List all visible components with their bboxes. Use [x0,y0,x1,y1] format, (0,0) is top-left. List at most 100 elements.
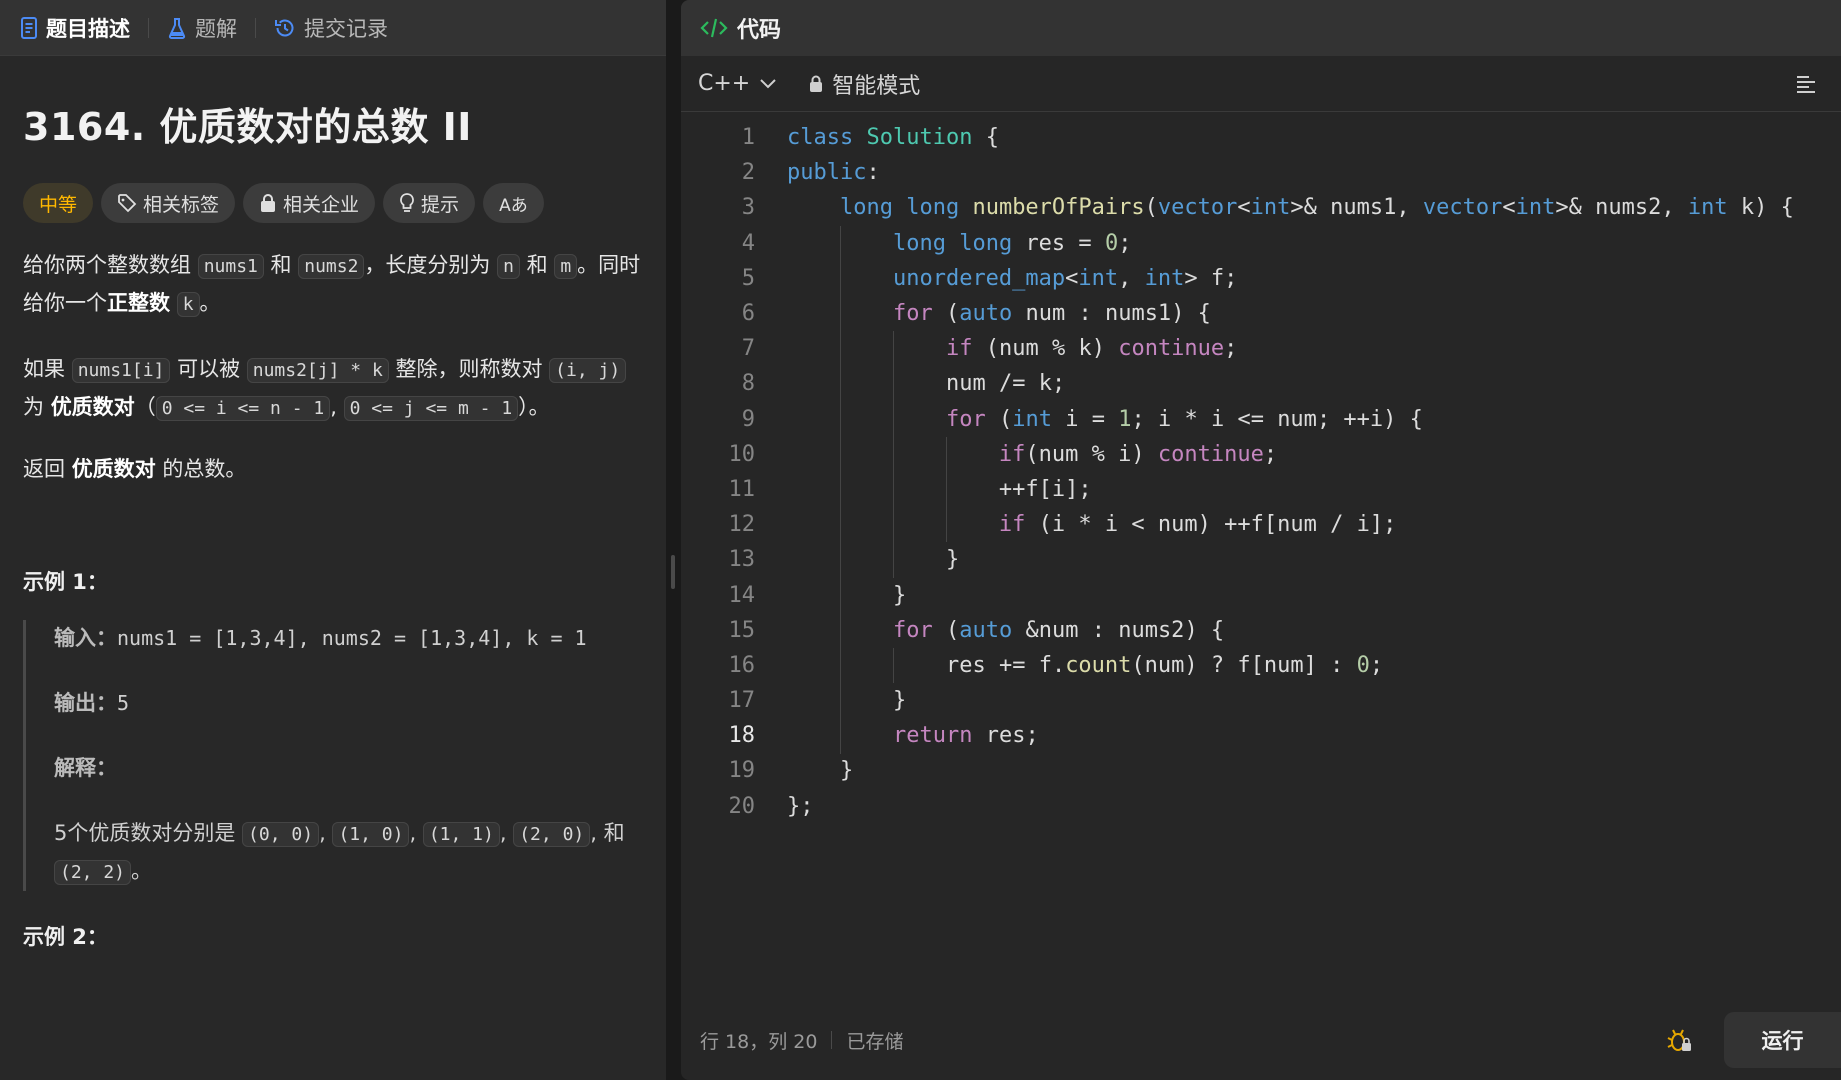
text: 和 [263,253,299,277]
text: 的总数。 [155,457,247,481]
code-line[interactable]: 12 if (i * i < num) ++f[num / i]; [681,507,1841,542]
line-number: 16 [728,652,756,678]
code-text: class Solution { [787,125,999,151]
text: （ [134,395,156,419]
problem-title[interactable]: 3164. 优质数对的总数 II [23,96,643,151]
indent-guide [840,225,841,754]
example-output: 输出：5 [54,685,643,722]
hint-label: 提示 [421,193,460,216]
panel-divider[interactable] [666,0,681,1080]
problem-paragraph-3: 返回 优质数对 的总数。 [23,451,643,488]
code-line[interactable]: 14 } [681,577,1841,612]
code-line[interactable]: 9 for (int i = 1; i * i <= num; ++i) { [681,402,1841,437]
code-line[interactable]: 5 unordered_map<int, int> f; [681,261,1841,296]
text: , [409,821,423,845]
code-line[interactable]: 7 if (num % k) continue; [681,331,1841,366]
difficulty-badge: 中等 [23,183,94,223]
problem-paragraph-1: 给你两个整数数组 nums1 和 nums2 ，长度分别为 n 和 m 。同时给你一… [23,247,643,323]
text: 。 [131,859,153,883]
output-value: 5 [117,691,130,715]
related-companies-button[interactable]: 相关企业 [243,183,376,223]
code-text: } [787,547,960,573]
text [170,291,177,315]
line-number: 15 [728,617,756,643]
difficulty-label: 中等 [39,193,78,216]
translate-button[interactable]: Aあ [483,183,544,223]
inline-code: k [176,292,200,317]
code-panel-header: 代码 [681,0,1841,56]
code-line[interactable]: 20}; [681,789,1841,824]
hint-button[interactable]: 提示 [383,183,476,223]
line-number: 20 [728,793,756,819]
code-text: if (i * i < num) ++f[num / i]; [998,512,1397,538]
problem-tags: 中等 相关标签 相关企业 提示 Aあ [23,183,643,223]
document-icon [21,16,37,39]
line-number: 2 [741,160,755,186]
text: , [330,395,344,419]
code-text: for (auto num : nums1) { [892,301,1211,327]
code-line[interactable]: 4 long long res = 0; [681,226,1841,261]
line-number: 6 [741,301,755,327]
code-text: for (int i = 1; i * i <= num; ++i) { [945,406,1423,432]
example-1-block: 输入：nums1 = [1,3,4], nums2 = [1,3,4], k =… [23,620,643,891]
line-number: 7 [741,336,755,362]
code-line[interactable]: 16 res += f.count(num) ? f[num] : 0; [681,648,1841,683]
code-text: unordered_map<int, int> f; [892,265,1238,291]
code-line[interactable]: 13 } [681,542,1841,577]
example-2-title: 示例 2： [23,925,108,949]
code-editor[interactable]: 1 class Solution {2 public: 3 long long num… [681,112,1841,824]
line-number: 19 [728,758,756,784]
example-input: 输入：nums1 = [1,3,4], nums2 = [1,3,4], k =… [54,620,643,657]
tab-submissions[interactable]: 提交记录 [274,13,406,43]
line-number: 9 [741,406,755,432]
line-number: 3 [741,195,755,221]
related-tags-button[interactable]: 相关标签 [101,183,236,223]
code-line[interactable]: 19 } [681,753,1841,788]
input-value: nums1 = [1,3,4], nums2 = [1,3,4], k = 1 [117,626,587,650]
indent-guide [893,331,894,578]
text: 如果 [23,357,72,381]
code-text: ++f[i]; [787,476,1092,502]
problem-paragraph-2: 如果 nums1[i] 可以被 nums2[j] * k 整除，则称数对 (i,… [23,351,643,427]
code-line[interactable]: 15 for (auto &num : nums2) { [681,613,1841,648]
code-line[interactable]: 8 num /= k; [681,366,1841,401]
debug-icon[interactable] [1667,1028,1693,1059]
tab-solutions[interactable]: 题解 [167,13,255,43]
run-button[interactable]: 运行 [1724,1012,1841,1068]
tab-separator [148,17,149,38]
inline-code: (1, 1) [422,822,500,847]
code-line[interactable]: 6 for (auto num : nums1) { [681,296,1841,331]
inline-code: m [554,254,578,279]
problem-panel: 题目描述 题解 提交记录 3164. 优质数对的总数 II 中等 相关标签 相关… [0,0,666,1080]
code-line[interactable]: 2 public: [681,155,1841,190]
smart-mode-toggle[interactable]: 智能模式 [808,68,920,100]
code-line[interactable]: 10 if(num % i) continue; [681,437,1841,472]
tab-description[interactable]: 题目描述 [20,13,148,43]
tab-solutions-label: 题解 [195,16,237,41]
code-line[interactable]: 1 class Solution { [681,120,1841,155]
code-line[interactable]: 11 ++f[i]; [681,472,1841,507]
tab-separator [255,17,256,38]
code-line[interactable]: 3 long long numberOfPairs(vector<int>& n… [681,190,1841,225]
save-status: 已存储 [846,1030,904,1053]
code-line[interactable]: 17 } [681,683,1841,718]
history-icon [275,19,294,36]
editor-status-bar: 行 18，列 20 已存储 运行 [681,1000,1841,1080]
inline-code: (1, 0) [332,822,410,847]
translate-icon: Aあ [499,195,528,216]
language-select[interactable]: C++ [698,71,776,96]
code-line[interactable]: 18 return res; [681,718,1841,753]
code-text: long long res = 0; [892,230,1132,256]
text: 整除，则称数对 [388,357,550,381]
line-number: 5 [741,265,755,291]
problem-content: 3164. 优质数对的总数 II 中等 相关标签 相关企业 提示 Aあ 给你两个… [0,96,666,951]
bold-text: 优质数对 [50,395,135,419]
format-menu-icon[interactable] [1795,74,1817,98]
inline-code: n [497,254,520,279]
resize-handle[interactable] [671,555,675,589]
code-text: long long numberOfPairs(vector<int>& num… [839,195,1794,221]
text: ）。 [518,395,550,419]
text: , [499,821,514,845]
example-explanation: 5个优质数对分别是 (0, 0), (1, 0), (1, 1), (2, 0)… [54,815,643,891]
inline-code: 0 <= j <= m - 1 [343,396,519,421]
